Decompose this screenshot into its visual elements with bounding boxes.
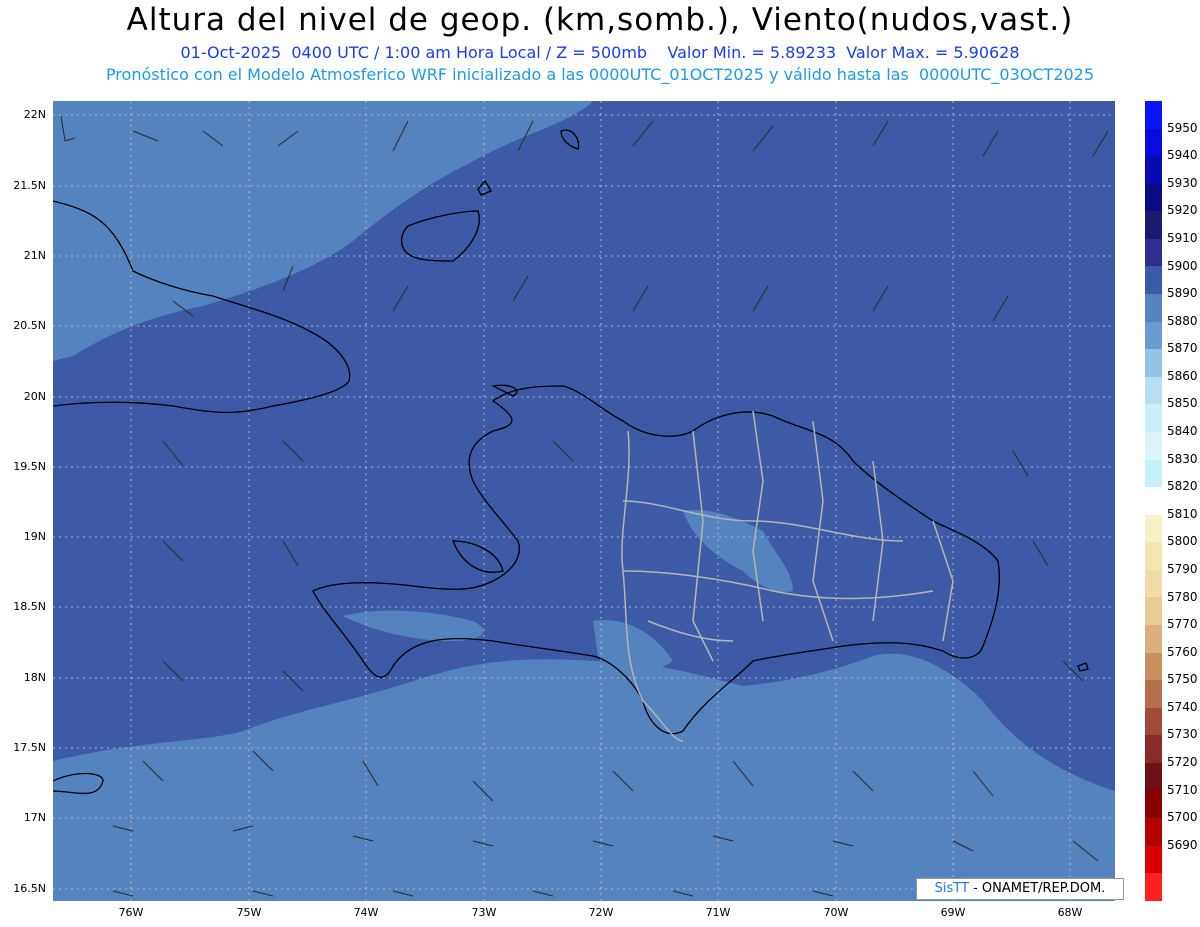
lon-label-76w: 76W: [118, 906, 144, 919]
colorbar-label: 5860: [1167, 368, 1198, 383]
lat-label-20-5n: 20.5N: [13, 319, 46, 332]
lat-label-16-5n: 16.5N: [13, 882, 46, 895]
colorbar-label: 5730: [1167, 727, 1198, 742]
colorbar-swatch: [1145, 487, 1162, 515]
colorbar-label: 5850: [1167, 396, 1198, 411]
colorbar-label: 5870: [1167, 341, 1198, 356]
colorbar-label: 5810: [1167, 506, 1198, 521]
colorbar-label: 5800: [1167, 534, 1198, 549]
chart-title: Altura del nivel de geop. (km,somb.), Vi…: [126, 2, 1074, 38]
credit-org: - ONAMET/REP.DOM.: [968, 881, 1106, 896]
lat-label-22n: 22N: [23, 108, 46, 121]
colorbar-label: 5910: [1167, 230, 1198, 245]
colorbar-label: 5790: [1167, 561, 1198, 576]
lat-label-18-5n: 18.5N: [13, 600, 46, 613]
colorbar-label: 5940: [1167, 148, 1198, 163]
colorbar-swatch: [1145, 321, 1162, 350]
lon-label-74w: 74W: [353, 906, 379, 919]
colorbar-label: 5710: [1167, 782, 1198, 797]
colorbar-swatch: [1145, 818, 1162, 846]
colorbar-label: 5740: [1167, 699, 1198, 714]
colorbar-swatch: [1145, 459, 1162, 488]
lat-label-19-5n: 19.5N: [13, 460, 46, 473]
subtitle-model: Pronóstico con el Modelo Atmosferico WRF…: [105, 65, 1095, 84]
colorbar-swatch: [1145, 101, 1162, 129]
colorbar-label: 5820: [1167, 479, 1198, 494]
subtitle-datetime: 01-Oct-2025 0400 UTC / 1:00 am Hora Loca…: [180, 43, 1020, 62]
lat-label-21n: 21N: [23, 249, 46, 262]
colorbar-swatch: [1145, 238, 1162, 267]
lat-label-18n: 18N: [23, 671, 46, 684]
colorbar-swatch: [1145, 624, 1162, 653]
colorbar-swatch: [1145, 652, 1162, 681]
lon-label-69w: 69W: [940, 906, 966, 919]
colorbar-swatch: [1145, 790, 1162, 819]
colorbar-swatch: [1145, 349, 1162, 377]
colorbar-swatch: [1145, 873, 1162, 901]
lighter-contour-north: [53, 101, 593, 361]
lon-label-72w: 72W: [588, 906, 614, 919]
colorbar-label: 5690: [1167, 837, 1198, 852]
lon-label-70w: 70W: [823, 906, 849, 919]
colorbar-label: 5780: [1167, 589, 1198, 604]
lat-label-17-5n: 17.5N: [13, 741, 46, 754]
map-panel: [53, 101, 1115, 901]
colorbar-swatch: [1145, 680, 1162, 708]
colorbar-swatch: [1145, 514, 1162, 543]
colorbar-label: 5750: [1167, 672, 1198, 687]
credit-box: SisTT - ONAMET/REP.DOM.: [916, 878, 1124, 900]
lighter-contour-south: [53, 653, 1115, 901]
colorbar-swatch: [1145, 762, 1162, 791]
colorbar-label: 5920: [1167, 203, 1198, 218]
lat-label-19n: 19N: [23, 530, 46, 543]
lon-label-73w: 73W: [471, 906, 497, 919]
lat-label-20n: 20N: [23, 390, 46, 403]
colorbar-swatch: [1145, 542, 1162, 570]
colorbar-swatch: [1145, 294, 1162, 322]
colorbar-label: 5830: [1167, 451, 1198, 466]
colorbar-label: 5720: [1167, 755, 1198, 770]
colorbar-swatch: [1145, 183, 1162, 212]
lon-label-71w: 71W: [705, 906, 731, 919]
colorbar-swatch: [1145, 845, 1162, 874]
colorbar-swatch: [1145, 431, 1162, 460]
colorbar-swatch: [1145, 376, 1162, 405]
colorbar-swatch: [1145, 128, 1162, 157]
colorbar-swatch: [1145, 404, 1162, 432]
credit-sis: SisTT: [934, 881, 969, 896]
lon-label-75w: 75W: [236, 906, 262, 919]
map-svg: [53, 101, 1115, 901]
colorbar-label: 5760: [1167, 644, 1198, 659]
colorbar-swatch: [1145, 735, 1162, 763]
colorbar: [1145, 101, 1162, 901]
colorbar-swatch: [1145, 156, 1162, 184]
colorbar-label: 5930: [1167, 175, 1198, 190]
lat-label-21-5n: 21.5N: [13, 179, 46, 192]
lat-label-17n: 17N: [23, 811, 46, 824]
colorbar-swatch: [1145, 266, 1162, 295]
colorbar-swatch: [1145, 211, 1162, 239]
colorbar-label: 5950: [1167, 120, 1198, 135]
colorbar-swatch: [1145, 597, 1162, 625]
colorbar-label: 5770: [1167, 617, 1198, 632]
colorbar-label: 5700: [1167, 810, 1198, 825]
lon-label-68w: 68W: [1057, 906, 1083, 919]
colorbar-label: 5880: [1167, 313, 1198, 328]
colorbar-label: 5840: [1167, 424, 1198, 439]
colorbar-label: 5900: [1167, 258, 1198, 273]
colorbar-swatch: [1145, 569, 1162, 598]
colorbar-swatch: [1145, 707, 1162, 736]
lighter-patch-haiti: [343, 610, 484, 641]
colorbar-label: 5890: [1167, 286, 1198, 301]
